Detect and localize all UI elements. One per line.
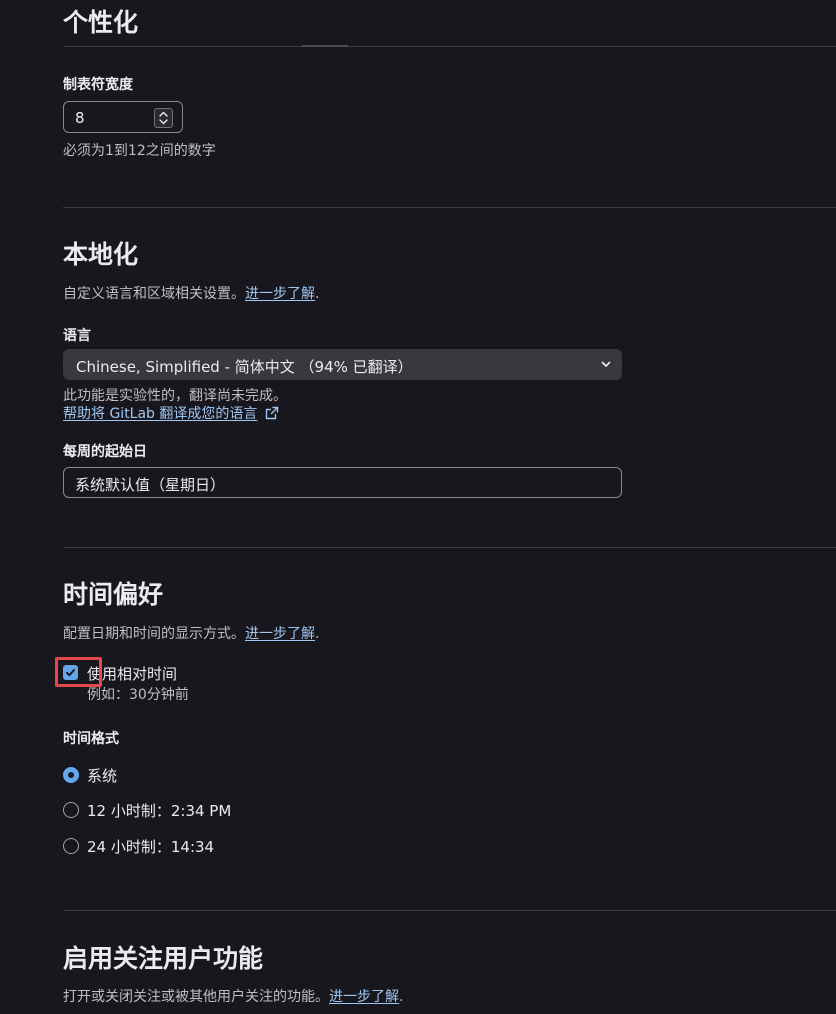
section-divider: [63, 46, 836, 47]
section-divider: [63, 910, 836, 911]
time-preferences-learn-more-link[interactable]: 进一步了解: [245, 626, 315, 642]
follow-users-title: 启用关注用户功能: [63, 944, 264, 973]
time-format-radio-12h[interactable]: [63, 802, 79, 818]
time-format-radio-24h[interactable]: [63, 838, 79, 854]
language-label: 语言: [63, 328, 91, 344]
period: .: [315, 626, 320, 642]
experimental-note: 此功能是实验性的，翻译尚未完成。: [63, 388, 287, 404]
time-format-radio-system[interactable]: [63, 767, 79, 783]
first-day-label: 每周的起始日: [63, 444, 147, 460]
tab-width-help: 必须为1到12之间的数字: [63, 143, 216, 159]
localization-description-text: 自定义语言和区域相关设置。: [63, 286, 245, 302]
time-format-label: 时间格式: [63, 731, 119, 747]
section-divider: [63, 547, 836, 548]
first-day-value: 系统默认值（星期日）: [75, 476, 226, 494]
time-preferences-title: 时间偏好: [63, 580, 164, 609]
help-translate-link[interactable]: 帮助将 GitLab 翻译成您的语言: [63, 406, 257, 422]
localization-learn-more-link[interactable]: 进一步了解: [245, 286, 315, 302]
localization-description: 自定义语言和区域相关设置。进一步了解.: [63, 283, 319, 303]
follow-users-description-text: 打开或关闭关注或被其他用户关注的功能。: [63, 989, 329, 1005]
localization-title: 本地化: [63, 240, 139, 269]
follow-users-description: 打开或关闭关注或被其他用户关注的功能。进一步了解.: [63, 986, 403, 1006]
period: .: [315, 286, 320, 302]
up-down-stepper-icon[interactable]: [154, 108, 173, 128]
language-select[interactable]: Chinese, Simplified - 简体中文 （94% 已翻译）: [63, 349, 622, 380]
tab-width-value: 8: [75, 109, 85, 127]
tab-width-input[interactable]: 8: [63, 101, 183, 133]
tab-indicator: [302, 45, 348, 47]
chevron-down-icon: [601, 361, 611, 367]
time-format-option-label[interactable]: 系统: [87, 765, 117, 786]
tab-width-label: 制表符宽度: [63, 77, 133, 93]
external-link-icon: [265, 406, 279, 420]
time-format-option-label[interactable]: 12 小时制：2:34 PM: [87, 800, 231, 821]
first-day-select[interactable]: 系统默认值（星期日）: [63, 467, 622, 498]
personalization-title: 个性化: [63, 8, 139, 37]
period: .: [399, 989, 404, 1005]
language-select-value: Chinese, Simplified - 简体中文 （94% 已翻译）: [76, 358, 413, 376]
time-format-option-label[interactable]: 24 小时制：14:34: [87, 836, 214, 857]
time-preferences-description-text: 配置日期和时间的显示方式。: [63, 626, 245, 642]
follow-users-learn-more-link[interactable]: 进一步了解: [329, 989, 399, 1005]
relative-time-example: 例如：30分钟前: [87, 687, 189, 703]
focus-highlight: [55, 657, 102, 687]
help-translate[interactable]: 帮助将 GitLab 翻译成您的语言: [63, 403, 279, 423]
section-divider: [63, 207, 836, 208]
time-preferences-description: 配置日期和时间的显示方式。进一步了解.: [63, 623, 319, 643]
preferences-page: 个性化 制表符宽度 8 必须为1到12之间的数字 本地化 自定义语言和区域相关设…: [0, 0, 836, 1014]
